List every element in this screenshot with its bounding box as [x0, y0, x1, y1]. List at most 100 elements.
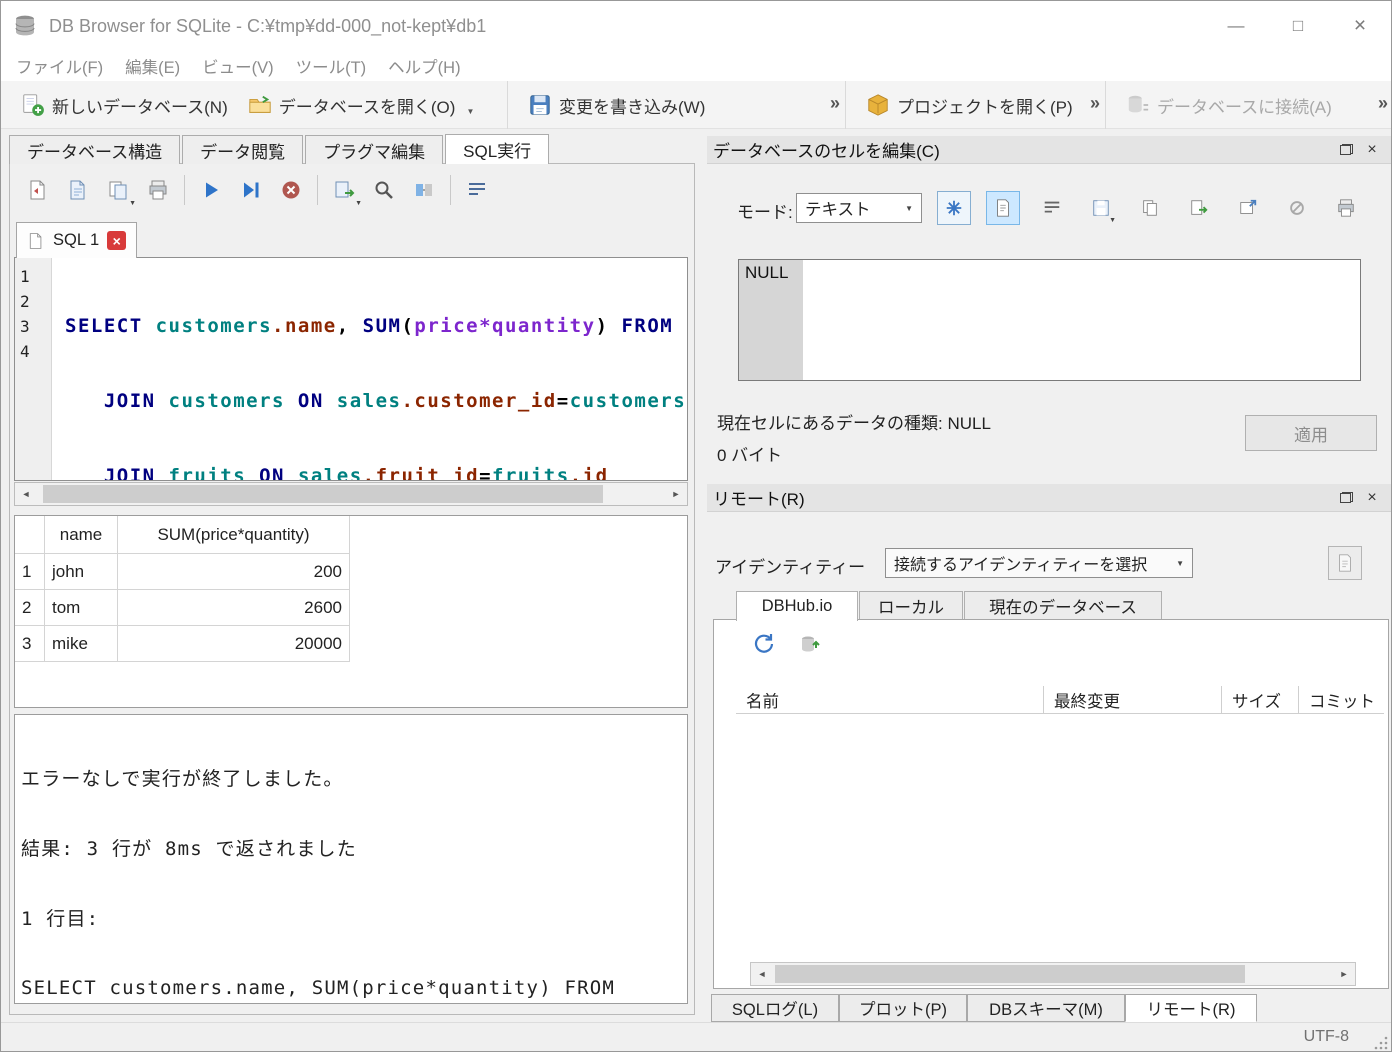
- open-sql-file-icon: [27, 179, 49, 201]
- open-project-button[interactable]: プロジェクトを開く(P): [856, 88, 1083, 123]
- sql-document-tab[interactable]: SQL 1 ×: [16, 222, 137, 258]
- open-sql-file-button[interactable]: [18, 172, 58, 208]
- find-replace-button[interactable]: [364, 172, 404, 208]
- scroll-right-icon[interactable]: ►: [1333, 963, 1355, 985]
- scroll-right-icon[interactable]: ►: [665, 483, 687, 505]
- sql-code-area[interactable]: SELECT customers.name, SUM(price*quantit…: [52, 258, 687, 480]
- export-results-dropdown-icon[interactable]: ▼: [355, 200, 362, 207]
- refresh-button[interactable]: [752, 632, 776, 656]
- menu-file[interactable]: ファイル(F): [5, 54, 114, 78]
- print-button[interactable]: [138, 172, 178, 208]
- column-header-size[interactable]: サイズ: [1222, 686, 1299, 714]
- menu-tools[interactable]: ツール(T): [285, 54, 378, 78]
- new-database-button[interactable]: 新しいデータベース(N): [11, 88, 238, 123]
- column-header-name[interactable]: 名前: [736, 686, 1044, 714]
- save-data-dropdown-icon[interactable]: ▼: [1109, 217, 1116, 224]
- dock-tab-plot[interactable]: プロット(P): [839, 994, 967, 1022]
- cell-type-info: 現在セルにあるデータの種類: NULL: [717, 409, 991, 434]
- word-wrap-cell-button[interactable]: [1035, 191, 1069, 225]
- scrollbar-thumb[interactable]: [775, 965, 1245, 983]
- name-cell[interactable]: mike: [45, 626, 118, 662]
- execute-current-line-button[interactable]: [231, 172, 271, 208]
- tab-database-structure[interactable]: データベース構造: [9, 135, 180, 164]
- mode-value: テキスト: [805, 196, 871, 220]
- word-wrap-button[interactable]: [457, 172, 497, 208]
- scroll-left-icon[interactable]: ◄: [751, 963, 773, 985]
- close-button[interactable]: ×: [1329, 1, 1391, 51]
- close-dock-button[interactable]: ×: [1359, 138, 1385, 162]
- dock-tab-db-schema[interactable]: DBスキーマ(M): [967, 994, 1125, 1022]
- toolbar-overflow-icon[interactable]: »: [1090, 93, 1100, 114]
- clone-database-button[interactable]: [1328, 546, 1362, 580]
- scrollbar-thumb[interactable]: [43, 485, 603, 503]
- close-sql-tab-icon[interactable]: ×: [107, 231, 126, 250]
- results-row[interactable]: 1 john 200: [15, 554, 687, 590]
- remote-tab-local[interactable]: ローカル: [859, 591, 963, 620]
- dock-tab-sql-log[interactable]: SQLログ(L): [711, 994, 839, 1022]
- scrollbar-track[interactable]: [773, 963, 1333, 985]
- resize-grip[interactable]: [1373, 1035, 1389, 1051]
- sum-cell[interactable]: 20000: [118, 626, 350, 662]
- text-mode-button[interactable]: [986, 191, 1020, 225]
- minimize-button[interactable]: —: [1205, 1, 1267, 51]
- remote-tab-current-database[interactable]: 現在のデータベース: [964, 591, 1162, 620]
- menu-view[interactable]: ビュー(V): [191, 54, 285, 78]
- remote-horizontal-scrollbar[interactable]: ◄ ►: [750, 962, 1356, 986]
- set-null-button[interactable]: [1280, 191, 1314, 225]
- cell-content-editor[interactable]: NULL: [738, 259, 1361, 381]
- clone-database-icon: [1335, 553, 1355, 573]
- results-column-sum[interactable]: SUM(price*quantity): [118, 516, 350, 554]
- mode-combobox[interactable]: テキスト ▼: [796, 193, 922, 223]
- connect-database-button[interactable]: データベースに接続(A): [1116, 88, 1342, 123]
- results-row[interactable]: 3 mike 20000: [15, 626, 687, 662]
- stop-execution-button[interactable]: [271, 172, 311, 208]
- dock-tab-remote[interactable]: リモート(R): [1125, 994, 1257, 1022]
- row-number-cell: 1: [15, 554, 45, 590]
- set-null-icon: [1287, 198, 1307, 218]
- results-row[interactable]: 2 tom 2600: [15, 590, 687, 626]
- execute-all-button[interactable]: [191, 172, 231, 208]
- name-cell[interactable]: tom: [45, 590, 118, 626]
- menu-help[interactable]: ヘルプ(H): [377, 54, 471, 78]
- save-data-button[interactable]: ▼: [1084, 191, 1118, 225]
- print-cell-button[interactable]: [1329, 191, 1363, 225]
- open-database-dropdown-icon[interactable]: ▼: [466, 107, 474, 116]
- upload-database-button[interactable]: [798, 632, 822, 656]
- results-column-name[interactable]: name: [45, 516, 118, 554]
- save-sql-copy-button[interactable]: ▼: [98, 172, 138, 208]
- tab-browse-data[interactable]: データ閲覧: [182, 135, 303, 164]
- editor-horizontal-scrollbar[interactable]: ◄ ►: [14, 482, 688, 506]
- maximize-button[interactable]: □: [1267, 1, 1329, 51]
- float-dock-button[interactable]: [1333, 486, 1359, 510]
- connect-database-label: データベースに接続(A): [1157, 93, 1332, 118]
- open-database-button[interactable]: データベースを開く(O) ▼: [238, 88, 485, 123]
- sum-cell[interactable]: 200: [118, 554, 350, 590]
- toolbar-overflow-icon[interactable]: »: [1378, 93, 1388, 114]
- copy-data-button[interactable]: [1133, 191, 1167, 225]
- save-sql-file-button[interactable]: [58, 172, 98, 208]
- save-sql-dropdown-icon[interactable]: ▼: [129, 200, 136, 207]
- close-dock-button[interactable]: ×: [1359, 486, 1385, 510]
- sum-cell[interactable]: 2600: [118, 590, 350, 626]
- remote-tab-dbhub[interactable]: DBHub.io: [736, 591, 858, 621]
- tab-execute-sql[interactable]: SQL実行: [445, 134, 549, 164]
- encoding-indicator[interactable]: UTF-8: [1304, 1028, 1349, 1046]
- write-changes-button[interactable]: 変更を書き込み(W): [518, 88, 715, 123]
- toolbar-overflow-icon[interactable]: »: [830, 93, 840, 114]
- import-data-button[interactable]: [937, 191, 971, 225]
- open-external-button[interactable]: [1231, 191, 1265, 225]
- column-header-last-modified[interactable]: 最終変更: [1044, 686, 1222, 714]
- column-header-commit[interactable]: コミット: [1299, 686, 1384, 714]
- export-results-button[interactable]: ▼: [324, 172, 364, 208]
- auto-format-button[interactable]: [404, 172, 444, 208]
- scrollbar-track[interactable]: [37, 483, 665, 505]
- identity-combobox[interactable]: 接続するアイデンティティーを選択 ▼: [885, 548, 1193, 578]
- name-cell[interactable]: john: [45, 554, 118, 590]
- sql-editor[interactable]: 1 2 3 4 SELECT customers.name, SUM(price…: [14, 257, 688, 481]
- scroll-left-icon[interactable]: ◄: [15, 483, 37, 505]
- export-data-button[interactable]: [1182, 191, 1216, 225]
- float-dock-button[interactable]: [1333, 138, 1359, 162]
- menu-edit[interactable]: 編集(E): [114, 54, 191, 78]
- apply-button[interactable]: 適用: [1245, 415, 1377, 451]
- tab-edit-pragmas[interactable]: プラグマ編集: [305, 135, 443, 164]
